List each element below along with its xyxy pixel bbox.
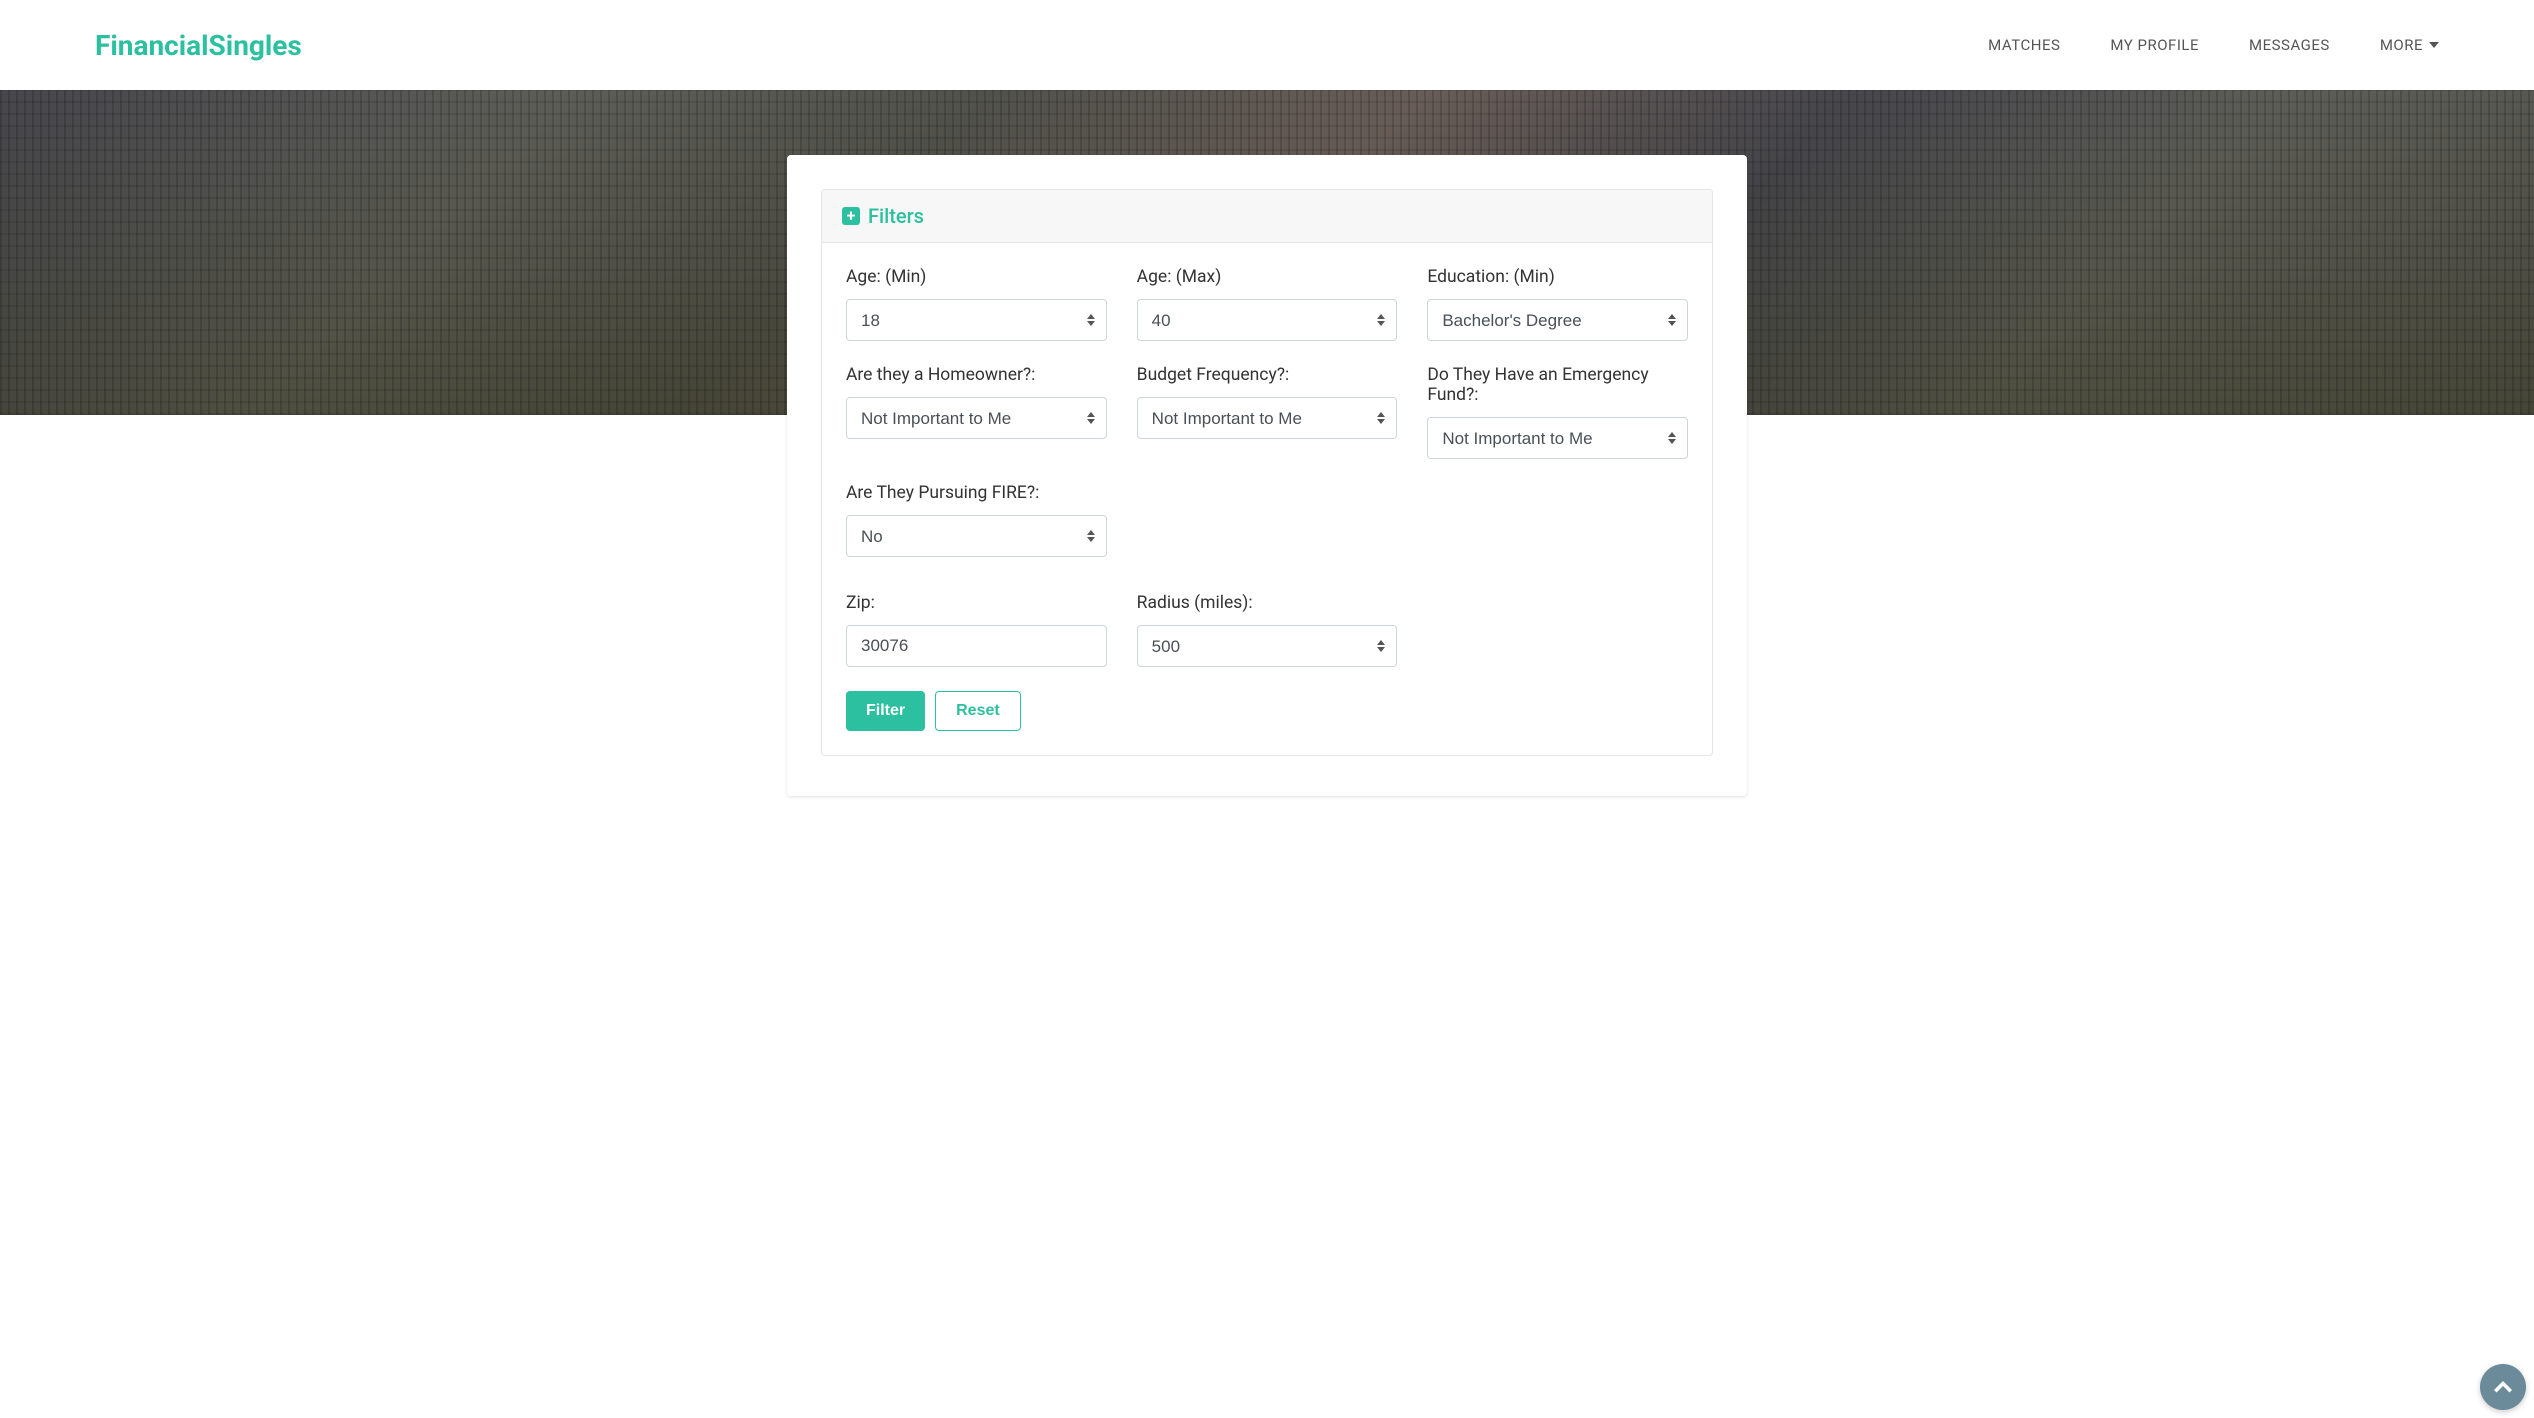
education-min-label: Education: (Min): [1427, 267, 1688, 287]
brand-logo[interactable]: FinancialSingles: [95, 29, 302, 62]
chevron-up-icon: [2494, 1381, 2512, 1393]
fire-label: Are They Pursuing FIRE?:: [846, 483, 1107, 503]
plus-icon: +: [842, 207, 860, 225]
emergency-fund-select[interactable]: Not Important to Me: [1427, 417, 1688, 459]
education-min-select[interactable]: Bachelor's Degree: [1427, 299, 1688, 341]
nav-matches[interactable]: MATCHES: [1988, 36, 2060, 54]
filters-title: Filters: [868, 204, 924, 228]
filters-panel: + Filters Age: (Min) 18: [821, 189, 1713, 756]
age-max-select[interactable]: 40: [1137, 299, 1398, 341]
fire-select[interactable]: No: [846, 515, 1107, 557]
nav-my-profile[interactable]: MY PROFILE: [2110, 36, 2199, 54]
homeowner-select[interactable]: Not Important to Me: [846, 397, 1107, 439]
zip-label: Zip:: [846, 593, 1107, 613]
homeowner-label: Are they a Homeowner?:: [846, 365, 1107, 385]
emergency-fund-label: Do They Have an Emergency Fund?:: [1427, 365, 1688, 405]
age-min-label: Age: (Min): [846, 267, 1107, 287]
budget-frequency-select[interactable]: Not Important to Me: [1137, 397, 1398, 439]
chevron-down-icon: [2429, 42, 2439, 48]
navbar: FinancialSingles MATCHES MY PROFILE MESS…: [0, 0, 2534, 90]
filters-header[interactable]: + Filters: [822, 190, 1712, 243]
nav-links: MATCHES MY PROFILE MESSAGES MORE: [1988, 36, 2439, 54]
nav-more[interactable]: MORE: [2380, 36, 2439, 54]
filters-card: + Filters Age: (Min) 18: [787, 155, 1747, 796]
nav-more-label: MORE: [2380, 36, 2423, 54]
scroll-to-top-button[interactable]: [2480, 1364, 2526, 1410]
age-min-select[interactable]: 18: [846, 299, 1107, 341]
reset-button[interactable]: Reset: [935, 691, 1021, 731]
filters-body: Age: (Min) 18 Age: (Max) 40: [822, 243, 1712, 755]
age-max-label: Age: (Max): [1137, 267, 1398, 287]
radius-select[interactable]: 500: [1137, 625, 1398, 667]
filter-button[interactable]: Filter: [846, 691, 925, 731]
nav-messages[interactable]: MESSAGES: [2249, 36, 2330, 54]
zip-input[interactable]: [846, 625, 1107, 667]
radius-label: Radius (miles):: [1137, 593, 1398, 613]
budget-frequency-label: Budget Frequency?:: [1137, 365, 1398, 385]
